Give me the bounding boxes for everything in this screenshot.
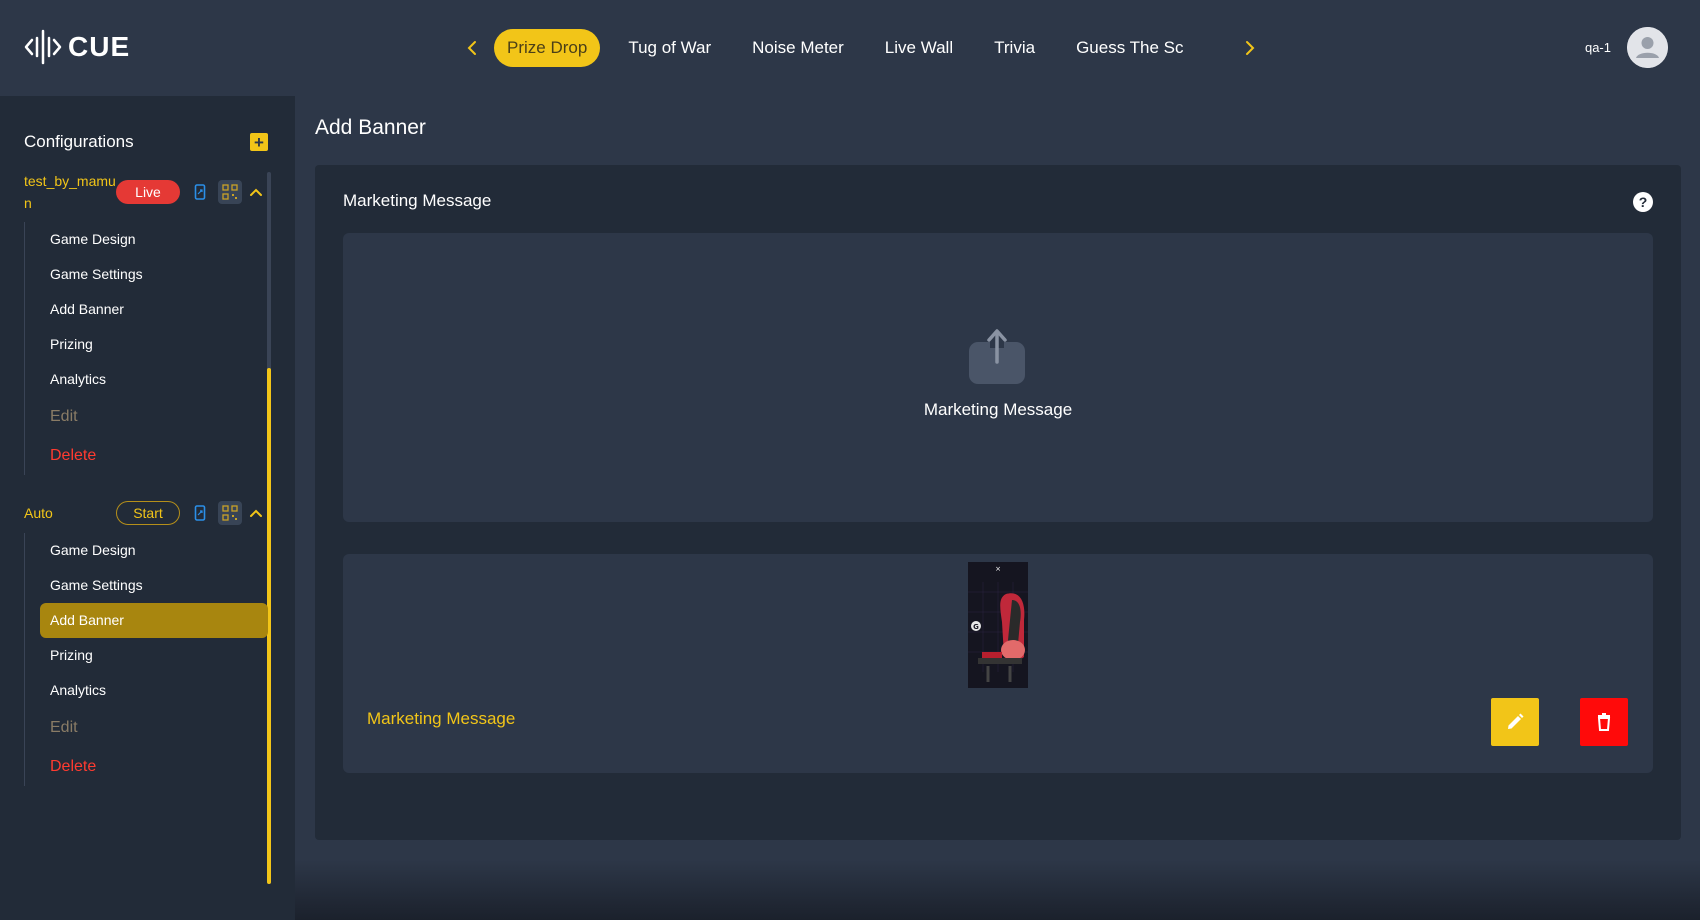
config-header[interactable]: Auto Start — [24, 501, 268, 525]
menu-game-design[interactable]: Game Design — [25, 533, 253, 568]
tab-noise-meter[interactable]: Noise Meter — [739, 29, 857, 67]
status-start-button[interactable]: Start — [116, 501, 180, 525]
menu-add-banner-active[interactable]: Add Banner — [40, 603, 268, 638]
add-configuration-button[interactable]: + — [250, 133, 268, 151]
menu-delete[interactable]: Delete — [25, 436, 253, 475]
delete-banner-button[interactable] — [1580, 698, 1628, 746]
plus-icon: + — [254, 132, 264, 152]
mobile-preview-button[interactable] — [188, 180, 212, 204]
svg-text:G: G — [973, 623, 979, 631]
help-icon[interactable]: ? — [1633, 192, 1653, 212]
qr-code-icon — [222, 505, 238, 521]
mobile-link-icon — [194, 184, 206, 200]
menu-game-settings[interactable]: Game Settings — [25, 568, 253, 603]
config-test-by-mamun: test_by_mamun Live Game Design Game Sett… — [24, 170, 268, 475]
footer-fade — [295, 860, 1700, 920]
tab-guess-the-score[interactable]: Guess The Sc — [1063, 29, 1196, 67]
app-logo[interactable]: CUE — [24, 28, 130, 66]
banner-panel: Marketing Message ? Marketing Message × … — [315, 165, 1681, 840]
user-avatar-icon — [1627, 27, 1668, 68]
user-menu[interactable]: qa-1 — [1585, 27, 1668, 68]
upload-label: Marketing Message — [923, 400, 1073, 419]
qr-code-button[interactable] — [218, 180, 242, 204]
chevron-up-icon[interactable] — [248, 505, 264, 521]
chevron-left-icon — [467, 41, 476, 55]
config-menu: Game Design Game Settings Add Banner Pri… — [24, 533, 268, 786]
section-title: Marketing Message — [343, 191, 492, 210]
config-menu: Game Design Game Settings Add Banner Pri… — [24, 222, 268, 475]
config-header[interactable]: test_by_mamun Live — [24, 170, 268, 214]
qr-code-button[interactable] — [218, 501, 242, 525]
banner-label: Marketing Message — [367, 709, 516, 728]
menu-analytics[interactable]: Analytics — [25, 673, 253, 708]
chevron-right-icon — [1246, 41, 1255, 55]
menu-game-design[interactable]: Game Design — [25, 222, 253, 257]
page-title: Add Banner — [315, 116, 426, 139]
upload-dropzone[interactable]: Marketing Message — [343, 233, 1653, 522]
pencil-icon — [1508, 713, 1524, 729]
nav-next-arrow[interactable] — [1236, 29, 1264, 67]
game-nav: Prize Drop Tug of War Noise Meter Live W… — [458, 29, 1264, 67]
game-tabs: Prize Drop Tug of War Noise Meter Live W… — [494, 29, 1228, 67]
chevron-up-icon[interactable] — [248, 184, 264, 200]
upload-icon — [969, 329, 1025, 384]
menu-delete[interactable]: Delete — [25, 747, 253, 786]
qr-code-icon — [222, 184, 238, 200]
sidebar-header: Configurations + — [24, 132, 268, 152]
config-name: test_by_mamun — [24, 173, 116, 211]
avatar[interactable] — [1627, 27, 1668, 68]
user-name: qa-1 — [1584, 40, 1611, 55]
tab-trivia[interactable]: Trivia — [981, 29, 1048, 67]
menu-edit[interactable]: Edit — [25, 708, 253, 747]
banner-image-thumbnail: × G — [968, 562, 1028, 688]
menu-prizing[interactable]: Prizing — [25, 638, 253, 673]
banner-item: × G Marketing Message — [343, 554, 1653, 773]
svg-text:×: × — [995, 565, 1001, 573]
menu-prizing[interactable]: Prizing — [25, 327, 253, 362]
tab-tug-of-war[interactable]: Tug of War — [615, 29, 724, 67]
status-live-badge[interactable]: Live — [116, 180, 180, 204]
tab-live-wall[interactable]: Live Wall — [872, 29, 966, 67]
banner-thumbnail[interactable]: × G — [968, 562, 1028, 688]
tab-prize-drop[interactable]: Prize Drop — [494, 29, 601, 67]
top-header: CUE Prize Drop Tug of War Noise Meter Li… — [0, 0, 1700, 96]
mobile-link-icon — [194, 505, 206, 521]
sidebar: Configurations + test_by_mamun Live Game… — [0, 96, 295, 920]
menu-edit[interactable]: Edit — [25, 397, 253, 436]
menu-analytics[interactable]: Analytics — [25, 362, 253, 397]
mobile-preview-button[interactable] — [188, 501, 212, 525]
nav-prev-arrow[interactable] — [458, 29, 486, 67]
logo-text: CUE — [68, 31, 131, 62]
menu-add-banner[interactable]: Add Banner — [25, 292, 253, 327]
edit-banner-button[interactable] — [1491, 698, 1539, 746]
config-name: Auto — [24, 505, 53, 521]
trash-icon — [1597, 713, 1611, 731]
menu-game-settings[interactable]: Game Settings — [25, 257, 253, 292]
config-auto: Auto Start Game Design Game Settings Add… — [24, 501, 268, 786]
main-content: Add Banner Marketing Message ? Marketing… — [295, 96, 1700, 920]
logo-waveform-icon — [24, 29, 62, 65]
sidebar-title: Configurations — [24, 132, 134, 151]
